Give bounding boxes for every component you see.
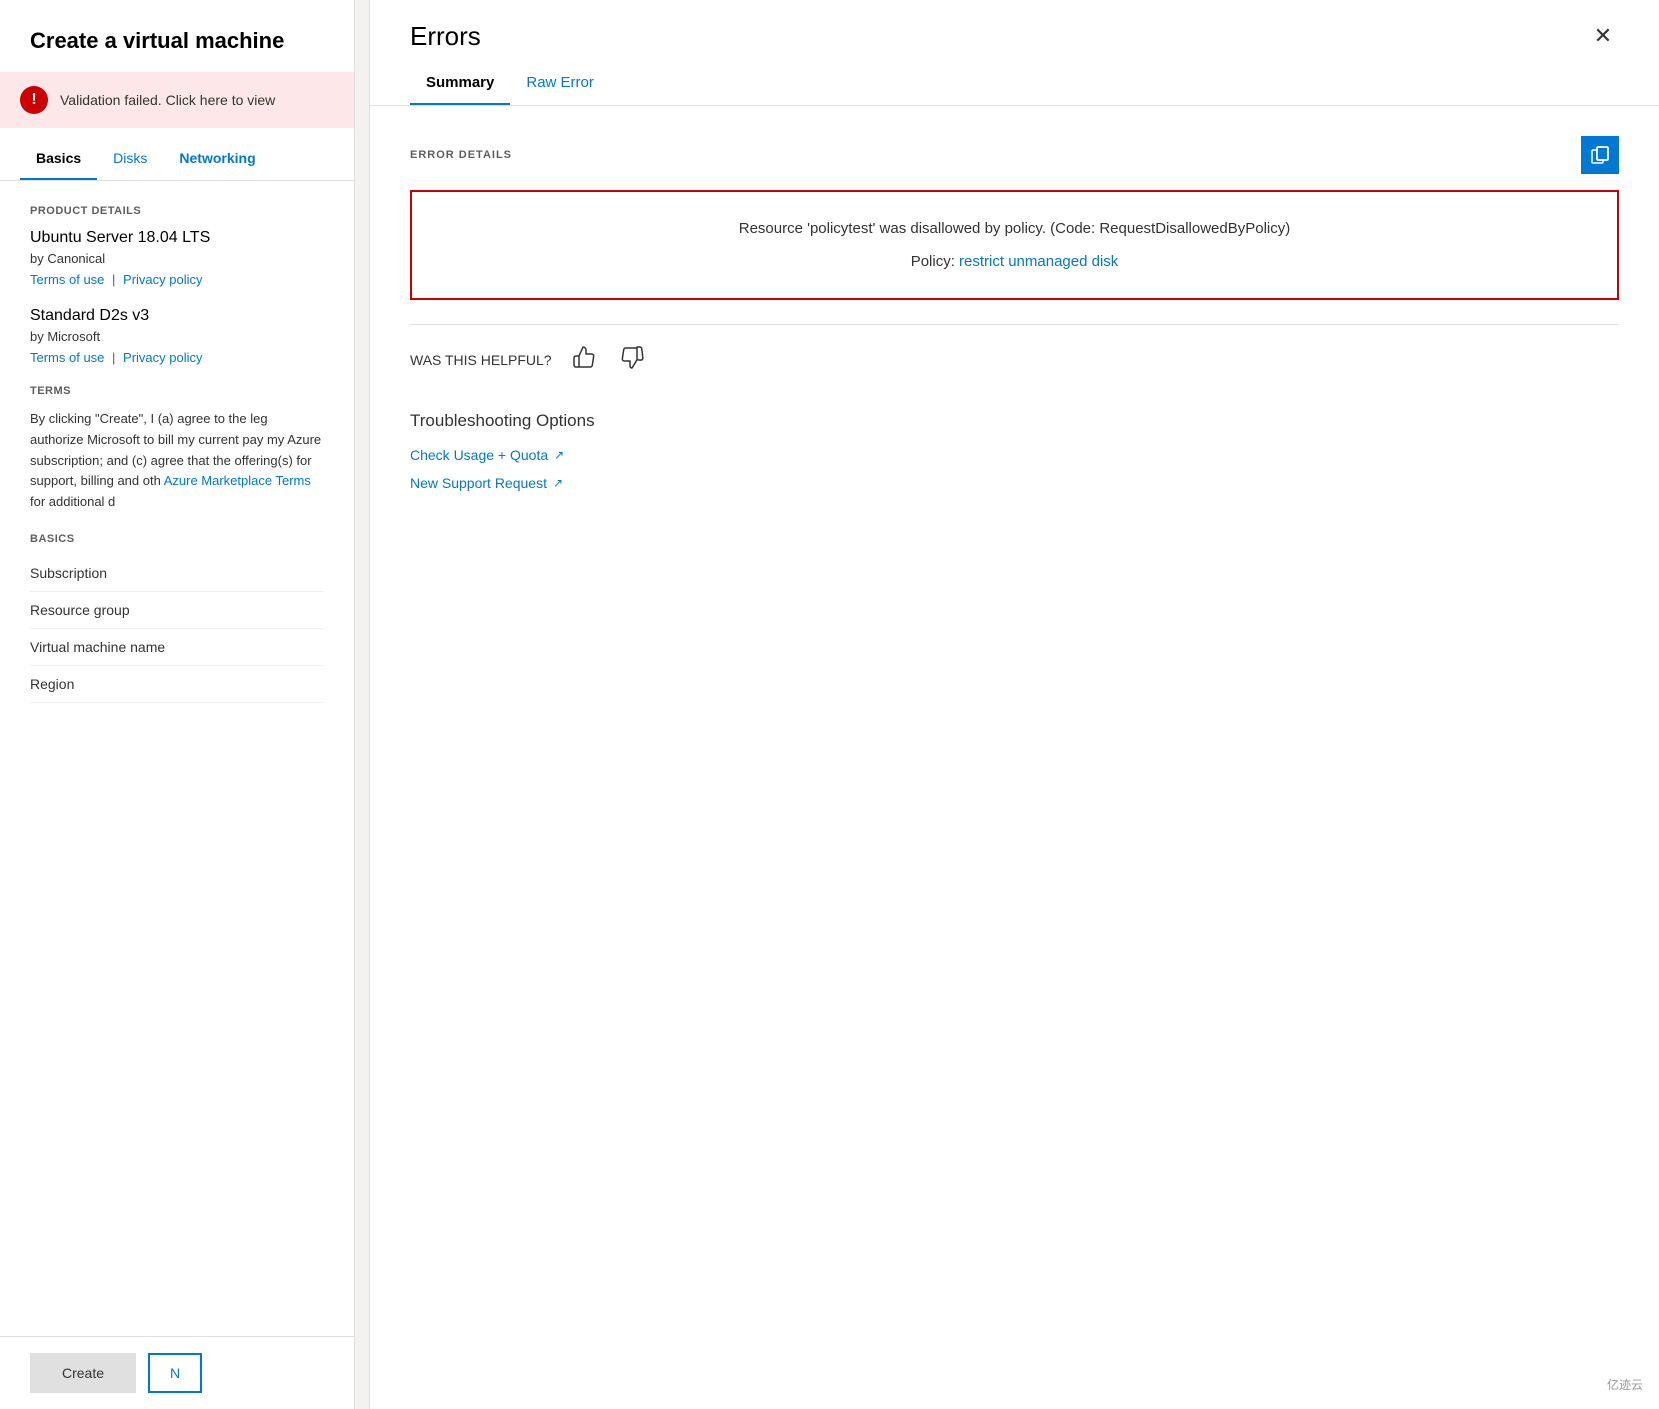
copy-icon xyxy=(1590,145,1610,165)
thumbs-down-button[interactable] xyxy=(616,341,648,379)
create-bar: Create N xyxy=(0,1336,355,1409)
product-name-ubuntu: Ubuntu Server 18.04 LTS xyxy=(0,229,354,247)
next-button[interactable]: N xyxy=(148,1353,202,1393)
thumbs-up-icon xyxy=(572,345,596,369)
separator-ubuntu: | xyxy=(112,272,119,287)
watermark: 亿迹云 xyxy=(1607,1376,1643,1393)
product-details-label: PRODUCT DETAILS xyxy=(0,205,354,217)
create-button[interactable]: Create xyxy=(30,1353,136,1393)
validation-bar[interactable]: ! Validation failed. Click here to view xyxy=(0,72,354,128)
privacy-policy-link-d2s[interactable]: Privacy policy xyxy=(123,350,202,365)
product-name-d2s: Standard D2s v3 xyxy=(0,307,354,325)
product-by-microsoft: by Microsoft xyxy=(0,329,354,344)
left-panel: Create a virtual machine ! Validation fa… xyxy=(0,0,355,1409)
basics-section: BASICS Subscription Resource group Virtu… xyxy=(0,533,354,703)
product-links-d2s: Terms of use | Privacy policy xyxy=(0,350,354,365)
basics-region: Region xyxy=(30,666,324,703)
error-details-section: ERROR DETAILS Resource 'policytest' was … xyxy=(370,136,1659,300)
tab-summary[interactable]: Summary xyxy=(410,62,510,105)
tab-basics[interactable]: Basics xyxy=(20,138,97,180)
error-policy: Policy: restrict unmanaged disk xyxy=(444,253,1585,270)
errors-title: Errors xyxy=(410,21,481,52)
tab-networking[interactable]: Networking xyxy=(163,138,271,180)
validation-text: Validation failed. Click here to view xyxy=(60,92,275,108)
external-link-icon-1: ↗ xyxy=(554,448,564,462)
basics-label: BASICS xyxy=(30,533,324,545)
troubleshooting-section: Troubleshooting Options Check Usage + Qu… xyxy=(370,411,1659,491)
terms-label: TERMS xyxy=(0,385,354,397)
nav-tabs: Basics Disks Networking xyxy=(0,138,354,181)
tab-raw-error[interactable]: Raw Error xyxy=(510,62,610,105)
error-message: Resource 'policytest' was disallowed by … xyxy=(444,220,1585,237)
error-box: Resource 'policytest' was disallowed by … xyxy=(410,190,1619,300)
validation-error-icon: ! xyxy=(20,86,48,114)
helpful-section: WAS THIS HELPFUL? xyxy=(370,341,1659,379)
thumbs-down-icon xyxy=(620,345,644,369)
error-details-header: ERROR DETAILS xyxy=(410,136,1619,174)
thumbs-up-button[interactable] xyxy=(568,341,600,379)
basics-subscription: Subscription xyxy=(30,555,324,592)
terms-of-use-link-ubuntu[interactable]: Terms of use xyxy=(30,272,104,287)
error-details-label: ERROR DETAILS xyxy=(410,149,512,161)
terms-section: By clicking "Create", I (a) agree to the… xyxy=(0,409,354,513)
terms-of-use-link-d2s[interactable]: Terms of use xyxy=(30,350,104,365)
copy-button[interactable] xyxy=(1581,136,1619,174)
new-support-request-link[interactable]: New Support Request ↗ xyxy=(410,475,1619,491)
terms-text: By clicking "Create", I (a) agree to the… xyxy=(30,409,324,513)
policy-link[interactable]: restrict unmanaged disk xyxy=(959,253,1118,270)
errors-tabs: Summary Raw Error xyxy=(370,62,1659,106)
errors-header: Errors ✕ xyxy=(370,0,1659,52)
azure-marketplace-terms-link[interactable]: Azure Marketplace Terms xyxy=(164,473,311,488)
policy-prefix: Policy: xyxy=(911,253,955,270)
troubleshooting-title: Troubleshooting Options xyxy=(410,411,1619,431)
basics-vm-name: Virtual machine name xyxy=(30,629,324,666)
errors-panel: Errors ✕ Summary Raw Error ERROR DETAILS… xyxy=(369,0,1659,1409)
product-by-canonical: by Canonical xyxy=(0,251,354,266)
helpful-text: WAS THIS HELPFUL? xyxy=(410,352,552,368)
divider xyxy=(410,324,1619,325)
check-usage-quota-link[interactable]: Check Usage + Quota ↗ xyxy=(410,447,1619,463)
external-link-icon-2: ↗ xyxy=(553,476,563,490)
tab-disks[interactable]: Disks xyxy=(97,138,163,180)
basics-resource-group: Resource group xyxy=(30,592,324,629)
privacy-policy-link-ubuntu[interactable]: Privacy policy xyxy=(123,272,202,287)
product-links-ubuntu: Terms of use | Privacy policy xyxy=(0,272,354,287)
close-button[interactable]: ✕ xyxy=(1587,20,1619,52)
separator-d2s: | xyxy=(112,350,119,365)
page-title: Create a virtual machine xyxy=(0,0,354,72)
